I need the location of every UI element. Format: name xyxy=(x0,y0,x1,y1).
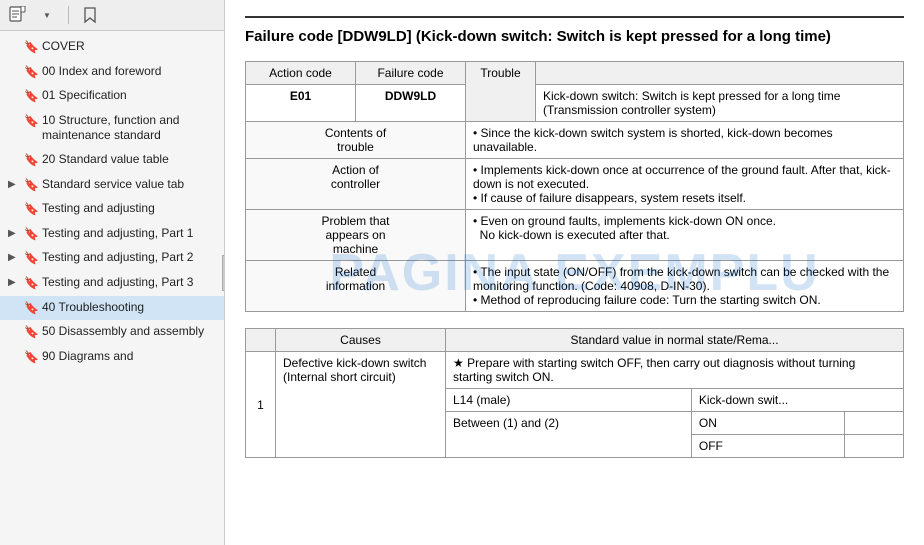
sidebar-item-10-structure[interactable]: 🔖 10 Structure, function and maintenance… xyxy=(0,109,224,148)
failure-code-table: Action code Failure code Trouble E01 DDW… xyxy=(245,61,904,312)
bookmark-icon: 🔖 xyxy=(24,153,38,169)
sidebar-nav: 🔖 COVER 🔖 00 Index and foreword 🔖 01 Spe… xyxy=(0,31,224,545)
failure-code-value: DDW9LD xyxy=(356,85,466,122)
bookmark-icon: 🔖 xyxy=(24,227,38,243)
sidebar-item-label: Testing and adjusting, Part 1 xyxy=(42,226,216,242)
row-content-problem: • Even on ground faults, implements kick… xyxy=(466,210,904,261)
terminal-label: Between (1) and (2) xyxy=(446,412,692,458)
sidebar-item-label: 10 Structure, function and maintenance s… xyxy=(42,113,216,144)
expand-arrow-icon: ▶ xyxy=(8,178,22,191)
causes-table: Causes Standard value in normal state/Re… xyxy=(245,328,904,458)
sidebar-item-cover[interactable]: 🔖 COVER xyxy=(0,35,224,60)
cause-note: ★ Prepare with starting switch OFF, then… xyxy=(446,352,904,389)
table-row: Action ofcontroller • Implements kick-do… xyxy=(246,159,904,210)
bookmark-icon: 🔖 xyxy=(24,65,38,81)
state-on-value xyxy=(845,412,904,435)
row-content-contents: • Since the kick-down switch system is s… xyxy=(466,122,904,159)
bookmark-icon: 🔖 xyxy=(24,40,38,56)
sidebar-item-20-standard[interactable]: 🔖 20 Standard value table xyxy=(0,148,224,173)
col-header-trouble: Trouble xyxy=(466,62,536,122)
sidebar-item-testing-p1[interactable]: ▶ 🔖 Testing and adjusting, Part 1 xyxy=(0,222,224,247)
page-icon[interactable] xyxy=(6,4,28,26)
page-title: Failure code [DDW9LD] (Kick-down switch:… xyxy=(245,26,904,47)
bookmark-icon: 🔖 xyxy=(24,350,38,366)
row-header-contents: Contents oftrouble xyxy=(246,122,466,159)
sidebar-item-00-index[interactable]: 🔖 00 Index and foreword xyxy=(0,60,224,85)
bookmark-icon: 🔖 xyxy=(24,251,38,267)
connector-label: L14 (male) xyxy=(446,389,692,412)
expand-arrow-icon: ▶ xyxy=(8,276,22,289)
state-off: OFF xyxy=(691,435,844,458)
dropdown-arrow-icon[interactable]: ▼ xyxy=(36,4,58,26)
sidebar-item-label: 20 Standard value table xyxy=(42,152,216,168)
sidebar-item-40-trouble[interactable]: 🔖 40 Troubleshooting xyxy=(0,296,224,321)
row-content-action: • Implements kick-down once at occurrenc… xyxy=(466,159,904,210)
expand-arrow-icon: ▶ xyxy=(8,227,22,240)
sidebar: ▼ 🔖 COVER 🔖 00 Index and foreword 🔖 01 S… xyxy=(0,0,225,545)
row-header-problem: Problem thatappears onmachine xyxy=(246,210,466,261)
top-divider xyxy=(245,16,904,18)
table-row: Relatedinformation • The input state (ON… xyxy=(246,261,904,312)
sidebar-item-label: Standard service value tab xyxy=(42,177,216,193)
sidebar-toolbar: ▼ xyxy=(0,0,224,31)
bookmark-icon: 🔖 xyxy=(24,89,38,105)
bookmark-icon: 🔖 xyxy=(24,114,38,130)
causes-col-num xyxy=(246,329,276,352)
sidebar-item-01-spec[interactable]: 🔖 01 Specification xyxy=(0,84,224,109)
state-off-value xyxy=(845,435,904,458)
bookmark-icon: 🔖 xyxy=(24,276,38,292)
sidebar-item-label: Testing and adjusting, Part 2 xyxy=(42,250,216,266)
row-header-related: Relatedinformation xyxy=(246,261,466,312)
table-row: Problem thatappears onmachine • Even on … xyxy=(246,210,904,261)
sidebar-item-testing-p2[interactable]: ▶ 🔖 Testing and adjusting, Part 2 xyxy=(0,246,224,271)
col-header-action: Action code xyxy=(246,62,356,85)
sidebar-item-label: 01 Specification xyxy=(42,88,216,104)
table-row: Contents oftrouble • Since the kick-down… xyxy=(246,122,904,159)
sidebar-item-testing-p3[interactable]: ▶ 🔖 Testing and adjusting, Part 3 xyxy=(0,271,224,296)
table-row: 1 Defective kick-down switch(Internal sh… xyxy=(246,352,904,389)
sidebar-item-90-diagrams[interactable]: 🔖 90 Diagrams and xyxy=(0,345,224,370)
main-content: PAGINA EXEMPLU Failure code [DDW9LD] (Ki… xyxy=(225,0,924,545)
sidebar-item-label: 90 Diagrams and xyxy=(42,349,216,365)
bookmark-icon: 🔖 xyxy=(24,178,38,194)
bookmark-nav-icon[interactable] xyxy=(79,4,101,26)
sidebar-item-std-service[interactable]: ▶ 🔖 Standard service value tab xyxy=(0,173,224,198)
causes-col-standard: Standard value in normal state/Rema... xyxy=(446,329,904,352)
sidebar-item-label: Testing and adjusting, Part 3 xyxy=(42,275,216,291)
sidebar-item-50-disassembly[interactable]: 🔖 50 Disassembly and assembly xyxy=(0,320,224,345)
sidebar-item-testing-adj[interactable]: 🔖 Testing and adjusting xyxy=(0,197,224,222)
sidebar-item-label: COVER xyxy=(42,39,216,55)
action-code-value: E01 xyxy=(246,85,356,122)
bookmark-icon: 🔖 xyxy=(24,202,38,218)
state-on: ON xyxy=(691,412,844,435)
sidebar-item-label: 40 Troubleshooting xyxy=(42,300,216,316)
cause-description: Defective kick-down switch(Internal shor… xyxy=(276,352,446,458)
row-content-related: • The input state (ON/OFF) from the kick… xyxy=(466,261,904,312)
col-header-desc xyxy=(536,62,904,85)
connector-value-header: Kick-down swit... xyxy=(691,389,903,412)
expand-arrow-icon: ▶ xyxy=(8,251,22,264)
cause-num: 1 xyxy=(246,352,276,458)
col-header-failure: Failure code xyxy=(356,62,466,85)
sidebar-item-label: 00 Index and foreword xyxy=(42,64,216,80)
sidebar-item-label: Testing and adjusting xyxy=(42,201,216,217)
sidebar-item-label: 50 Disassembly and assembly xyxy=(42,324,216,340)
trouble-description: Kick-down switch: Switch is kept pressed… xyxy=(536,85,904,122)
bookmark-icon: 🔖 xyxy=(24,325,38,341)
bookmark-icon: 🔖 xyxy=(24,301,38,317)
causes-col-causes: Causes xyxy=(276,329,446,352)
row-header-action: Action ofcontroller xyxy=(246,159,466,210)
